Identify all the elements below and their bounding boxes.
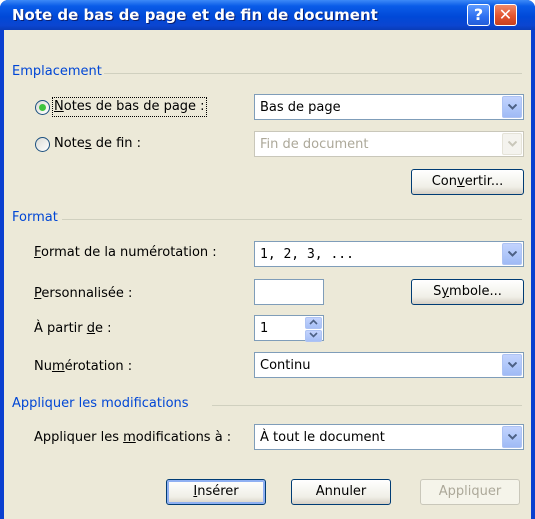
select-value: Fin de document bbox=[260, 137, 369, 152]
label-number-format: Format de la numérotation : bbox=[34, 245, 217, 261]
label-text: e : bbox=[95, 321, 112, 336]
chevron-down-icon[interactable] bbox=[502, 243, 522, 265]
label-mnemonic: N bbox=[54, 99, 64, 114]
button-text: mbole... bbox=[449, 284, 502, 299]
stepper-value: 1 bbox=[260, 321, 269, 336]
button-text: ertir... bbox=[464, 174, 504, 189]
dialog-body: Emplacement Notes de bas de page : Bas d… bbox=[4, 30, 531, 519]
button-mnemonic: y bbox=[441, 284, 450, 299]
apply-to-select[interactable]: À tout le document bbox=[254, 424, 524, 450]
number-format-select[interactable]: 1, 2, 3, ... bbox=[254, 241, 524, 267]
dialog-window: Note de bas de page et de fin de documen… bbox=[0, 0, 535, 519]
label-text: érotation : bbox=[64, 359, 133, 374]
label-text: ormat de la numérotation : bbox=[41, 245, 217, 260]
label-text: otes de bas de page : bbox=[63, 99, 205, 114]
label-mnemonic: m bbox=[51, 359, 65, 374]
group-separator bbox=[62, 219, 522, 220]
group-label-placement: Emplacement bbox=[12, 64, 102, 79]
label-text: de fin : bbox=[91, 136, 142, 151]
select-value: 1, 2, 3, ... bbox=[260, 247, 354, 262]
spin-up-icon[interactable] bbox=[305, 317, 322, 329]
chevron-down-icon bbox=[502, 133, 522, 155]
radio-selected-dot bbox=[39, 104, 46, 111]
title-bar[interactable]: Note de bas de page et de fin de documen… bbox=[0, 0, 535, 30]
start-at-stepper[interactable]: 1 bbox=[254, 315, 324, 342]
label-endnotes[interactable]: Notes de fin : bbox=[54, 136, 141, 152]
button-text: nsérer bbox=[197, 484, 239, 499]
button-mnemonic: v bbox=[456, 174, 465, 189]
group-label-apply: Appliquer les modifications bbox=[12, 396, 189, 411]
insert-button[interactable]: Insérer bbox=[166, 479, 266, 505]
label-text: Appliquer les bbox=[34, 430, 124, 445]
chevron-down-icon[interactable] bbox=[502, 426, 522, 448]
label-text: Nu bbox=[34, 359, 52, 374]
symbol-button[interactable]: Symbole... bbox=[411, 279, 524, 305]
select-value: Continu bbox=[260, 358, 311, 373]
help-button[interactable]: ? bbox=[467, 4, 490, 26]
cancel-button[interactable]: Annuler bbox=[291, 479, 391, 505]
label-text: odifications à : bbox=[135, 430, 232, 445]
group-separator bbox=[212, 405, 522, 406]
dialog-title: Note de bas de page et de fin de documen… bbox=[12, 6, 378, 24]
group-separator bbox=[104, 73, 522, 74]
label-mnemonic: m bbox=[123, 430, 136, 445]
numbering-select[interactable]: Continu bbox=[254, 352, 524, 378]
radio-footnotes[interactable] bbox=[35, 100, 50, 115]
spin-down-icon[interactable] bbox=[305, 330, 322, 342]
label-apply-to: Appliquer les modifications à : bbox=[34, 430, 231, 446]
help-icon: ? bbox=[473, 5, 484, 24]
convert-button[interactable]: Convertir... bbox=[411, 169, 524, 195]
close-icon: ✕ bbox=[498, 5, 513, 24]
label-custom-mark: Personnalisée : bbox=[34, 286, 132, 302]
select-value: Bas de page bbox=[260, 100, 341, 115]
custom-mark-input[interactable] bbox=[254, 279, 324, 305]
label-text: ersonnalisée : bbox=[41, 286, 133, 301]
chevron-down-icon[interactable] bbox=[502, 354, 522, 376]
label-text: Note bbox=[54, 136, 85, 151]
label-footnotes[interactable]: Notes de bas de page : bbox=[52, 97, 207, 117]
chevron-down-icon[interactable] bbox=[502, 96, 522, 118]
label-mnemonic: d bbox=[86, 321, 96, 336]
group-label-format: Format bbox=[12, 210, 58, 225]
radio-endnotes[interactable] bbox=[35, 137, 50, 152]
endnote-position-select[interactable]: Fin de document bbox=[254, 131, 524, 157]
label-mnemonic: s bbox=[84, 136, 92, 151]
label-start-at: À partir de : bbox=[34, 321, 112, 337]
close-button[interactable]: ✕ bbox=[494, 4, 517, 26]
apply-button: Appliquer bbox=[420, 479, 520, 505]
label-text: À partir bbox=[34, 321, 87, 336]
label-numbering: Numérotation : bbox=[34, 359, 132, 375]
label-mnemonic: F bbox=[34, 245, 42, 260]
select-value: À tout le document bbox=[260, 430, 385, 445]
footnote-position-select[interactable]: Bas de page bbox=[254, 94, 524, 120]
button-text: Con bbox=[431, 174, 457, 189]
spin-buttons bbox=[305, 317, 322, 342]
